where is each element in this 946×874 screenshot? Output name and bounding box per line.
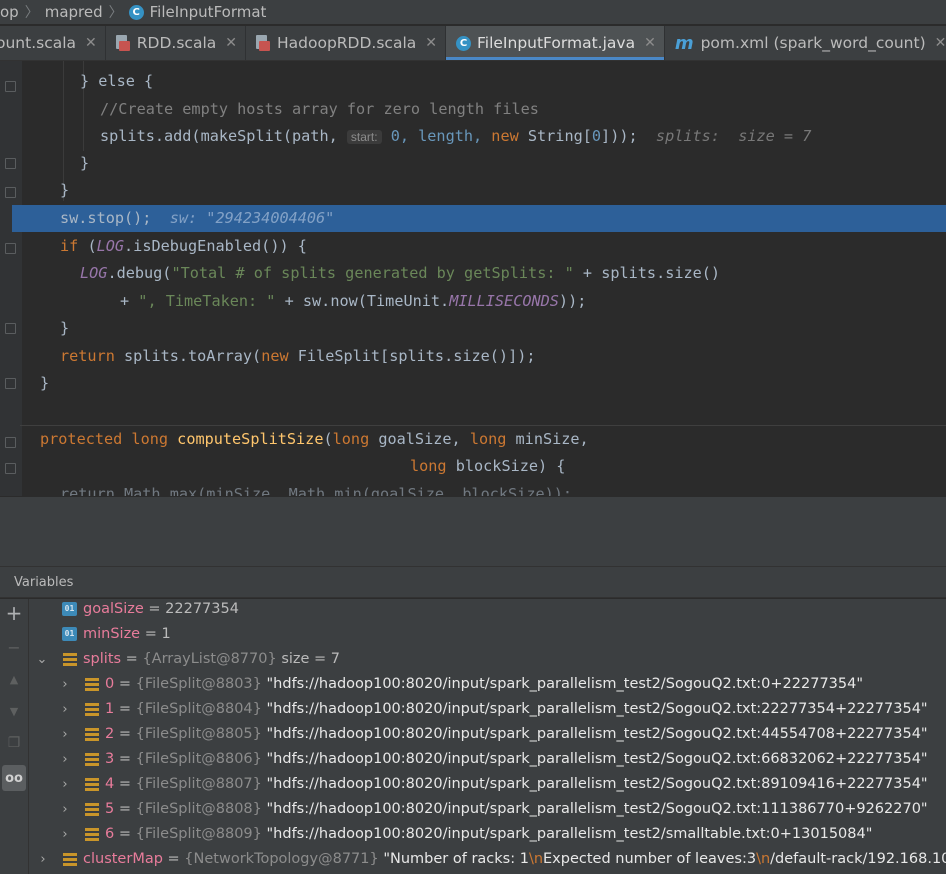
variable-row-clustermap[interactable]: › clusterMap = {NetworkTopology@8771} "N… <box>29 847 946 872</box>
chevron-right-icon[interactable]: › <box>59 697 71 722</box>
move-down-icon[interactable]: ▼ <box>4 701 24 721</box>
code-line: long blockSize) { <box>410 457 566 475</box>
close-icon[interactable]: ✕ <box>425 35 437 51</box>
java-class-icon: C <box>455 35 471 51</box>
copy-icon[interactable]: ❐ <box>4 733 24 753</box>
code-line: if (LOG.isDebugEnabled()) { <box>60 237 307 255</box>
variable-row-split-item[interactable]: › 6 = {FileSplit@8809} "hdfs://hadoop100… <box>29 822 946 847</box>
object-icon <box>63 853 77 866</box>
chevron-right-icon[interactable]: › <box>59 797 71 822</box>
code-line: //Create empty hosts array for zero leng… <box>100 100 539 118</box>
editor-gutter <box>0 61 22 496</box>
scala-file-icon <box>255 35 270 51</box>
java-class-icon: C <box>128 4 144 20</box>
maven-icon: m <box>674 32 694 54</box>
tab-label: HadoopRDD.scala <box>276 34 417 52</box>
object-icon <box>85 703 99 716</box>
close-icon[interactable]: ✕ <box>644 35 656 51</box>
glasses-icon[interactable]: oo <box>2 765 26 791</box>
code-line: } <box>60 319 70 337</box>
breadcrumb-item[interactable]: C FileInputFormat <box>128 3 267 21</box>
code-line: } <box>60 181 70 199</box>
chevron-right-icon[interactable]: › <box>37 847 49 872</box>
code-line: + ", TimeTaken: " + sw.now(TimeUnit.MILL… <box>120 292 587 310</box>
chevron-right-icon[interactable]: › <box>59 672 71 697</box>
fold-marker-icon[interactable] <box>5 81 16 92</box>
object-icon <box>85 753 99 766</box>
code-line: protected long computeSplitSize(long goa… <box>40 430 589 448</box>
fold-marker-icon[interactable] <box>5 243 16 254</box>
primitive-icon: 01 <box>62 602 77 616</box>
chevron-right-icon[interactable]: › <box>59 722 71 747</box>
chevron-down-icon[interactable]: ⌄ <box>36 647 48 672</box>
variable-row-split-item[interactable]: › 5 = {FileSplit@8808} "hdfs://hadoop100… <box>29 797 946 822</box>
code-line: } <box>80 154 90 172</box>
move-up-icon[interactable]: ▲ <box>4 669 24 689</box>
breadcrumb-label: FileInputFormat <box>149 3 267 21</box>
chevron-right-icon: 〉 <box>108 5 123 21</box>
variable-row-split-item[interactable]: › 4 = {FileSplit@8807} "hdfs://hadoop100… <box>29 772 946 797</box>
scala-file-icon <box>115 35 130 51</box>
variable-row-goalsize[interactable]: 01 goalSize = 22277354 <box>29 599 946 622</box>
fold-marker-icon[interactable] <box>5 323 16 334</box>
breadcrumb-item[interactable]: op <box>0 3 19 21</box>
remove-watch-icon[interactable]: − <box>4 637 24 657</box>
editor-tabs: ount.scala ✕ RDD.scala ✕ HadoopRDD.scala… <box>0 26 946 61</box>
chevron-right-icon[interactable]: › <box>59 772 71 797</box>
inline-debug-value: sw: "294234004406" <box>169 209 335 227</box>
tab-hadooprdd-scala[interactable]: HadoopRDD.scala ✕ <box>246 26 446 60</box>
tab-pom-xml[interactable]: m pom.xml (spark_word_count) ✕ <box>665 26 946 60</box>
variable-row-split-item[interactable]: › 2 = {FileSplit@8805} "hdfs://hadoop100… <box>29 722 946 747</box>
code-line: } else { <box>80 72 154 90</box>
object-icon <box>85 728 99 741</box>
fold-marker-icon[interactable] <box>5 158 16 169</box>
panel-title: Variables <box>14 575 74 590</box>
close-icon[interactable]: ✕ <box>935 35 946 51</box>
tab-fileinputformat-java[interactable]: C FileInputFormat.java ✕ <box>445 26 665 60</box>
variables-toolbar: + − ▲ ▼ ❐ oo <box>0 599 29 874</box>
chevron-right-icon[interactable]: › <box>59 747 71 772</box>
close-icon[interactable]: ✕ <box>225 35 237 51</box>
execution-point-line: sw.stop(); sw: "294234004406" <box>12 205 946 232</box>
variable-row-split-item[interactable]: › 1 = {FileSplit@8804} "hdfs://hadoop100… <box>29 697 946 722</box>
breadcrumb: op 〉 mapred 〉 C FileInputFormat <box>0 0 946 24</box>
object-icon <box>85 678 99 691</box>
variable-row-split-item[interactable]: › 3 = {FileSplit@8806} "hdfs://hadoop100… <box>29 747 946 772</box>
primitive-icon: 01 <box>62 627 77 641</box>
code-line: LOG.debug("Total # of splits generated b… <box>80 264 721 282</box>
code-line: splits.add(makeSplit(path, start: 0, len… <box>100 127 812 145</box>
tab-label: RDD.scala <box>136 34 217 52</box>
code-editor[interactable]: } else { //Create empty hosts array for … <box>0 61 946 496</box>
tab-label: pom.xml (spark_word_count) <box>700 34 926 52</box>
object-icon <box>85 828 99 841</box>
variable-row-minsize[interactable]: 01 minSize = 1 <box>29 622 946 647</box>
fold-marker-icon[interactable] <box>5 437 16 448</box>
chevron-right-icon: 〉 <box>24 5 39 21</box>
parameter-hint: start: <box>346 130 382 144</box>
variable-row-split-item[interactable]: › 0 = {FileSplit@8803} "hdfs://hadoop100… <box>29 672 946 697</box>
chevron-right-icon[interactable]: › <box>59 822 71 847</box>
tab-label: FileInputFormat.java <box>476 34 636 52</box>
debugger-frames-area <box>0 496 946 567</box>
variable-row-splits[interactable]: ⌄ splits = {ArrayList@8770} size = 7 <box>29 647 946 672</box>
tab-label: ount.scala <box>0 34 77 52</box>
variables-tree: 01 goalSize = 22277354 01 minSize = 1 ⌄ … <box>29 599 946 874</box>
fold-marker-icon[interactable] <box>5 463 16 474</box>
tab-count-scala[interactable]: ount.scala ✕ <box>0 26 106 60</box>
fold-marker-icon[interactable] <box>5 378 16 389</box>
variables-panel-header: Variables <box>0 566 946 598</box>
object-icon <box>85 778 99 791</box>
breadcrumb-item[interactable]: mapred <box>45 3 103 21</box>
code-line: } <box>40 374 50 392</box>
close-icon[interactable]: ✕ <box>85 35 97 51</box>
inline-debug-value: splits: size = 7 <box>655 127 812 145</box>
tab-rdd-scala[interactable]: RDD.scala ✕ <box>106 26 246 60</box>
fold-marker-icon[interactable] <box>5 187 16 198</box>
add-watch-icon[interactable]: + <box>4 601 24 625</box>
code-line: return Math.max(minSize, Math.min(goalSi… <box>60 485 573 496</box>
object-icon <box>85 803 99 816</box>
object-icon <box>63 653 77 666</box>
code-line: return splits.toArray(new FileSplit[spli… <box>60 347 536 365</box>
